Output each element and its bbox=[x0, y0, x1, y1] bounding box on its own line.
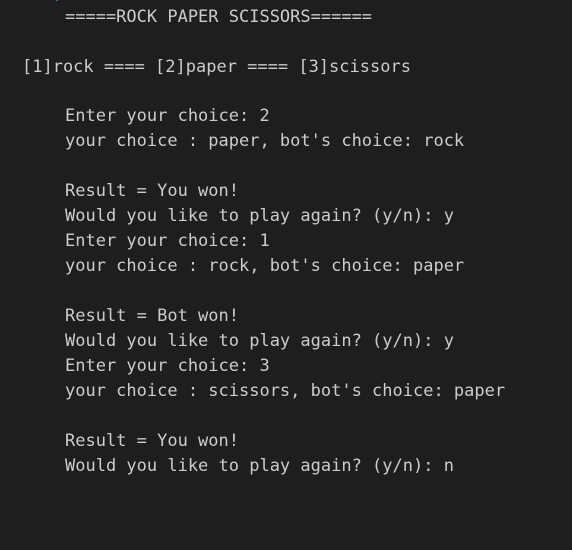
play-again-line: Would you like to play again? (y/n): y bbox=[65, 331, 454, 351]
prompt-line: Enter your choice: 2 bbox=[65, 106, 270, 126]
result-line: Result = You won! bbox=[65, 181, 239, 201]
choice-line: your choice : scissors, bot's choice: pa… bbox=[65, 381, 506, 401]
play-again-line: Would you like to play again? (y/n): n bbox=[65, 456, 454, 476]
terminal-output: - • ) =====ROCK PAPER SCISSORS====== [1]… bbox=[0, 0, 572, 483]
game-title: =====ROCK PAPER SCISSORS====== bbox=[65, 7, 373, 27]
prompt-line: Enter your choice: 3 bbox=[65, 356, 270, 376]
prompt-line: Enter your choice: 1 bbox=[65, 231, 270, 251]
play-again-line: Would you like to play again? (y/n): y bbox=[65, 206, 454, 226]
choice-menu: [1]rock ==== [2]paper ==== [3]scissors bbox=[22, 57, 411, 77]
choice-line: your choice : paper, bot's choice: rock bbox=[65, 131, 465, 151]
result-line: Result = You won! bbox=[65, 431, 239, 451]
result-line: Result = Bot won! bbox=[65, 306, 239, 326]
choice-line: your choice : rock, bot's choice: paper bbox=[65, 256, 465, 276]
